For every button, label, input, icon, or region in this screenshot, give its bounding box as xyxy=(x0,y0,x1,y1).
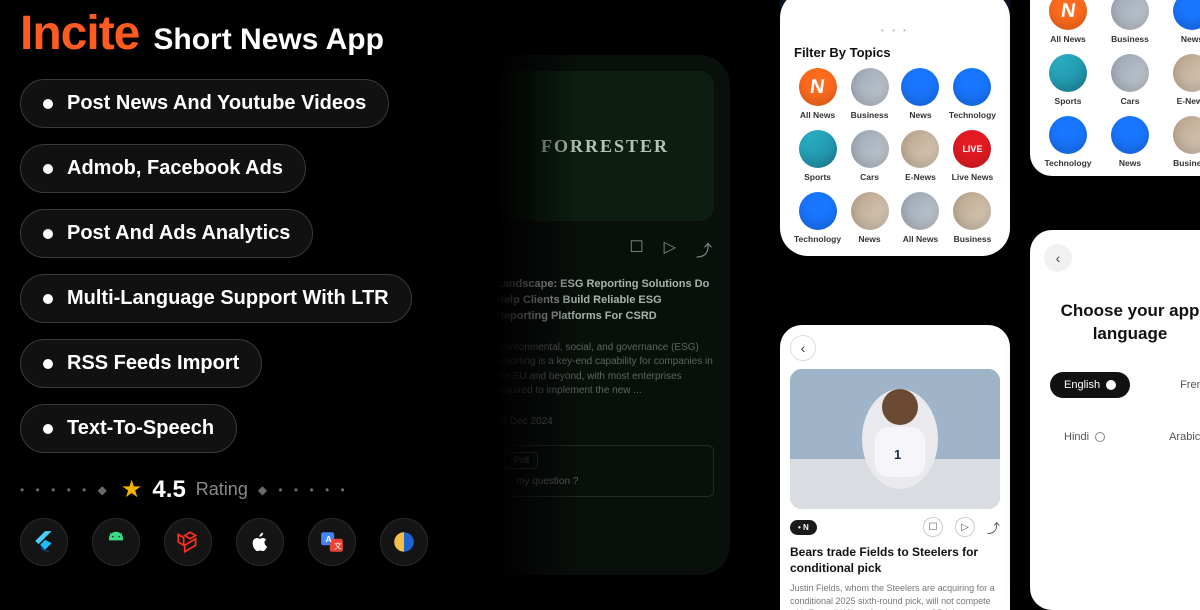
feature-pill: Post News And Youtube Videos xyxy=(20,79,389,128)
topic-business[interactable]: Business xyxy=(1164,116,1200,168)
language-option-french[interactable]: French xyxy=(1166,372,1200,398)
phone-mock-discover-peek: NAll News Business News Sports Cars E-Ne… xyxy=(1030,0,1200,176)
feature-list: Post News And Youtube Videos Admob, Face… xyxy=(20,79,500,453)
news-tag[interactable]: • N xyxy=(790,520,817,535)
topic-news[interactable]: News xyxy=(1102,116,1158,168)
topic-enews[interactable]: E-News xyxy=(1164,54,1200,106)
back-button[interactable]: ‹ xyxy=(790,335,816,361)
news-card-body: Justin Fields, whom the Steelers are acq… xyxy=(790,582,1000,610)
topic-business[interactable]: Business xyxy=(847,68,892,120)
topic-all-news[interactable]: All News xyxy=(898,192,943,244)
svg-text:文: 文 xyxy=(334,541,342,551)
topic-business[interactable]: Business xyxy=(949,192,996,244)
dark-hero: FORRESTER xyxy=(496,71,714,221)
feature-pill: Multi-Language Support With LTR xyxy=(20,274,412,323)
poll-badge: Poll xyxy=(505,452,538,469)
share-icon[interactable]: ⤴ xyxy=(987,517,1000,537)
carousel-dots: • • • xyxy=(794,26,996,35)
poll-question: ... my question ? xyxy=(505,475,705,490)
topic-news[interactable]: News xyxy=(1164,0,1200,44)
brand-name: Incite xyxy=(20,6,139,61)
news-card-title: Bears trade Fields to Steelers for condi… xyxy=(790,545,1000,576)
theme-toggle-icon xyxy=(380,518,428,566)
back-button[interactable]: ‹ xyxy=(1044,244,1072,272)
topic-technology[interactable]: Technology xyxy=(1040,116,1096,168)
bookmark-icon[interactable]: ☐ xyxy=(629,237,643,261)
star-icon: ★ xyxy=(121,475,143,504)
dark-date: 23 Dec 2024 xyxy=(496,415,714,430)
feature-pill: Post And Ads Analytics xyxy=(20,209,313,258)
svg-text:A: A xyxy=(326,534,333,544)
flutter-icon xyxy=(20,518,68,566)
language-option-arabic[interactable]: Arabic xyxy=(1155,424,1200,450)
feature-pill: RSS Feeds Import xyxy=(20,339,262,388)
topic-news[interactable]: News xyxy=(898,68,943,120)
topic-news[interactable]: News xyxy=(847,192,892,244)
rating-label: Rating xyxy=(196,479,248,500)
rating-value: 4.5 xyxy=(152,476,185,504)
svg-text:1: 1 xyxy=(894,447,901,462)
topic-technology[interactable]: Technology xyxy=(949,68,996,120)
bookmark-icon[interactable]: ☐ xyxy=(923,517,943,537)
topic-enews[interactable]: E-News xyxy=(898,130,943,182)
translate-icon: A文 xyxy=(308,518,356,566)
topic-all-news[interactable]: NAll News xyxy=(794,68,841,120)
topic-cars[interactable]: Cars xyxy=(1102,54,1158,106)
language-option-english[interactable]: English xyxy=(1050,372,1130,398)
dark-body: Environmental, social, and governance (E… xyxy=(496,341,714,399)
topic-all-news[interactable]: NAll News xyxy=(1040,0,1096,44)
phone-mock-discover: • • • Filter By Topics NAll News Busines… xyxy=(780,0,1010,256)
share-icon[interactable]: ⤴ xyxy=(696,237,712,261)
play-icon[interactable]: ▷ xyxy=(955,517,975,537)
topic-live-news[interactable]: LIVELive News xyxy=(949,130,996,182)
phone-mock-language: ‹ Choose your app language English Frenc… xyxy=(1030,230,1200,610)
phone-mock-news-card: ‹ 1 • N ☐ ▷ ⤴ Bears trade Fields to Stee… xyxy=(780,325,1010,610)
topic-technology[interactable]: Technology xyxy=(794,192,841,244)
decorative-dots: • • • • • ◆ xyxy=(20,483,111,497)
laravel-icon xyxy=(164,518,212,566)
feature-pill: Admob, Facebook Ads xyxy=(20,144,306,193)
topic-cars[interactable]: Cars xyxy=(847,130,892,182)
feature-pill: Text-To-Speech xyxy=(20,404,237,453)
topic-sports[interactable]: Sports xyxy=(794,130,841,182)
topic-sports[interactable]: Sports xyxy=(1040,54,1096,106)
news-card-image: 1 xyxy=(790,369,1000,509)
phone-mock-dark-article: FORRESTER ☐ ▷ ⤴ Landscape: ESG Reporting… xyxy=(480,55,730,575)
topic-business[interactable]: Business xyxy=(1102,0,1158,44)
language-title: Choose your app language xyxy=(1044,300,1200,346)
dark-headline: Landscape: ESG Reporting Solutions Do He… xyxy=(496,277,714,325)
filter-by-topics-heading: Filter By Topics xyxy=(794,45,996,60)
language-option-hindi[interactable]: Hindi xyxy=(1050,424,1119,450)
apple-icon xyxy=(236,518,284,566)
play-icon[interactable]: ▷ xyxy=(664,237,676,261)
decorative-dots: ◆ • • • • • xyxy=(258,483,349,497)
app-subtitle: Short News App xyxy=(153,23,384,57)
android-icon xyxy=(92,518,140,566)
